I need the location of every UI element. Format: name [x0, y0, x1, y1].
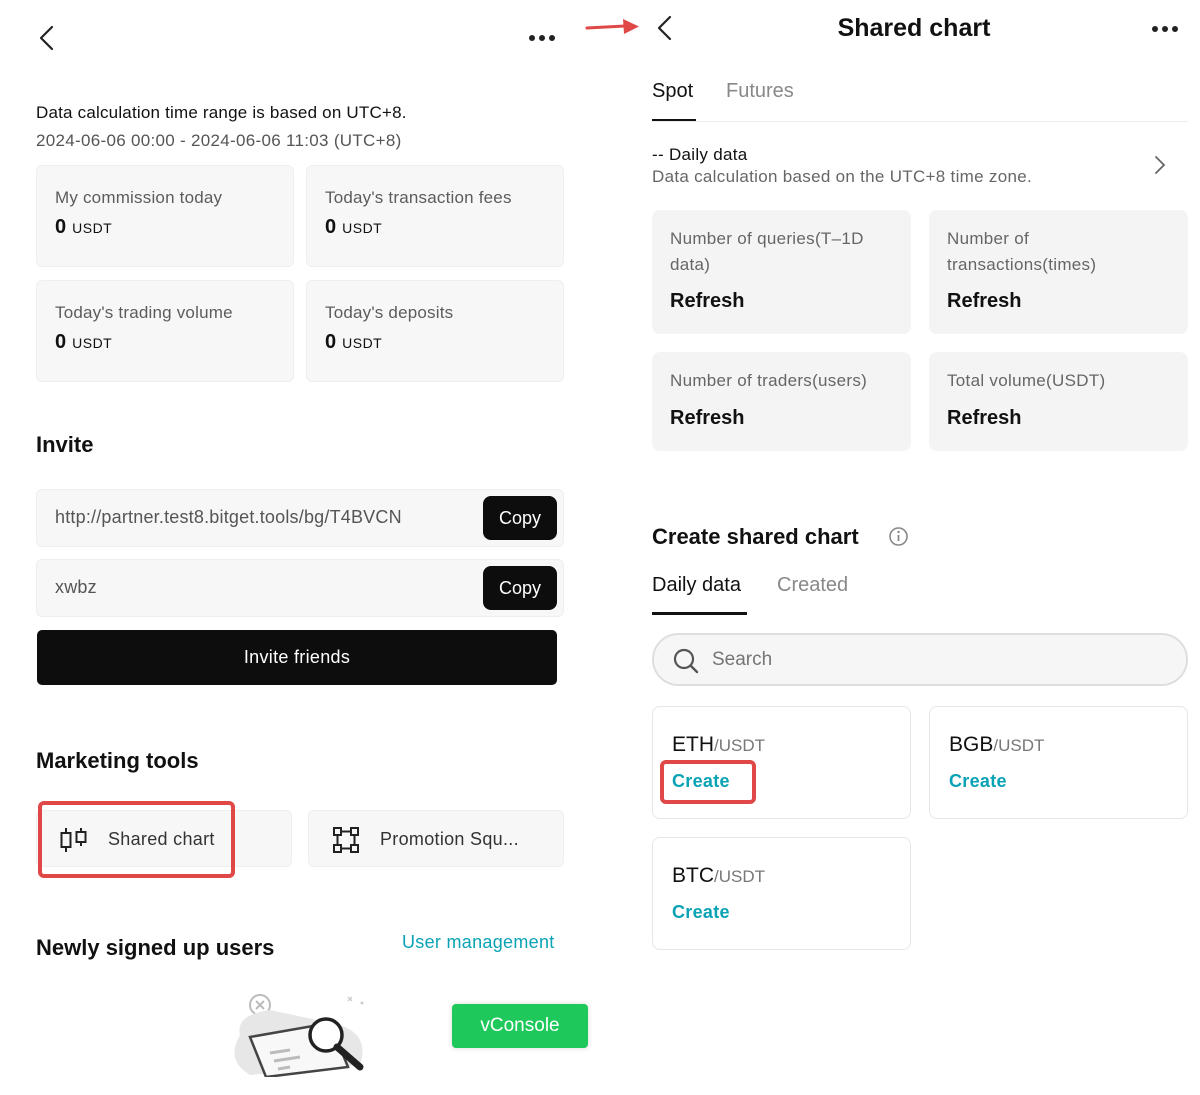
pair-card-bgb: BGB/USDT Create — [929, 706, 1188, 819]
back-icon[interactable] — [654, 14, 676, 42]
newly-signed-up-title: Newly signed up users — [36, 935, 275, 960]
info-icon[interactable] — [888, 526, 909, 547]
metric-refresh[interactable]: Refresh — [670, 407, 744, 430]
metric-refresh[interactable]: Refresh — [947, 290, 1021, 313]
pair-name: ETH/USDT — [672, 733, 765, 756]
stat-label: My commission today — [55, 188, 223, 207]
metric-card-volume: Total volume(USDT) Refresh — [929, 352, 1188, 451]
pair-name: BGB/USDT — [949, 733, 1045, 756]
metric-card-traders: Number of traders(users) Refresh — [652, 352, 911, 451]
create-shared-chart-title: Create shared chart — [652, 524, 859, 549]
tab-divider — [652, 121, 1188, 122]
frame-nodes-icon — [333, 827, 359, 853]
stat-label: Today's deposits — [325, 303, 454, 322]
daily-data-title[interactable]: -- Daily data — [652, 145, 748, 165]
search-icon — [673, 648, 699, 674]
chevron-right-icon[interactable] — [1153, 154, 1167, 176]
metric-label: Number of traders(users) — [670, 371, 868, 390]
invite-link-field: http://partner.test8.bitget.tools/bg/T4B… — [36, 489, 564, 547]
stat-value: 0 USDT — [55, 216, 113, 238]
daily-data-note: Data calculation based on the UTC+8 time… — [652, 167, 1032, 186]
tool-promotion-square[interactable]: Promotion Squ... — [308, 810, 564, 867]
more-icon[interactable] — [1151, 23, 1181, 35]
stat-value: 0 USDT — [325, 216, 383, 238]
marketing-tools-title: Marketing tools — [36, 748, 199, 773]
metric-card-queries: Number of queries(T–1D data) Refresh — [652, 210, 911, 334]
metric-label: Total volume(USDT) — [947, 371, 1106, 390]
metric-label: Number of queries(T–1D data) — [670, 229, 864, 274]
create-button[interactable]: Create — [672, 902, 730, 923]
copy-link-button[interactable]: Copy — [483, 496, 557, 540]
highlight-shared-chart — [38, 801, 235, 878]
tab-daily-data[interactable]: Daily data — [652, 574, 741, 597]
user-management-link[interactable]: User management — [402, 932, 555, 953]
stat-label: Today's trading volume — [55, 303, 233, 322]
stat-card-fees: Today's transaction fees 0 USDT — [306, 165, 564, 267]
empty-state-illustration-icon — [234, 994, 364, 1077]
time-range: 2024-06-06 00:00 - 2024-06-06 11:03 (UTC… — [36, 131, 402, 150]
stat-value: 0 USDT — [55, 331, 113, 353]
highlight-create — [660, 760, 756, 804]
transition-arrow-icon — [585, 19, 639, 34]
stat-value: 0 USDT — [325, 331, 383, 353]
pair-card-btc: BTC/USDT Create — [652, 837, 911, 950]
search-box[interactable] — [652, 633, 1188, 686]
metric-refresh[interactable]: Refresh — [947, 407, 1021, 430]
metric-refresh[interactable]: Refresh — [670, 290, 744, 313]
tab-created[interactable]: Created — [777, 574, 848, 597]
tab-spot[interactable]: Spot — [652, 80, 693, 103]
metric-label: Number of transactions(times) — [947, 229, 1097, 274]
time-note: Data calculation time range is based on … — [36, 103, 407, 122]
invite-code: xwbz — [55, 577, 97, 597]
pair-name: BTC/USDT — [672, 864, 765, 887]
page-title: Shared chart — [837, 14, 991, 42]
vconsole-button[interactable]: vConsole — [452, 1004, 588, 1048]
invite-friends-button[interactable]: Invite friends — [37, 630, 557, 685]
tab-indicator — [652, 612, 747, 615]
stat-label: Today's transaction fees — [325, 188, 512, 207]
search-input[interactable] — [712, 646, 1152, 674]
invite-link: http://partner.test8.bitget.tools/bg/T4B… — [55, 507, 402, 527]
invite-code-field: xwbz Copy — [36, 559, 564, 617]
back-icon[interactable] — [36, 24, 58, 52]
stat-card-deposits: Today's deposits 0 USDT — [306, 280, 564, 382]
copy-code-button[interactable]: Copy — [483, 566, 557, 610]
invite-title: Invite — [36, 432, 94, 457]
stat-card-commission: My commission today 0 USDT — [36, 165, 294, 267]
tab-futures[interactable]: Futures — [726, 80, 794, 103]
stat-card-volume: Today's trading volume 0 USDT — [36, 280, 294, 382]
create-button[interactable]: Create — [949, 771, 1007, 792]
tool-label: Promotion Squ... — [380, 829, 519, 849]
more-icon[interactable] — [528, 32, 558, 44]
metric-card-transactions: Number of transactions(times) Refresh — [929, 210, 1188, 334]
